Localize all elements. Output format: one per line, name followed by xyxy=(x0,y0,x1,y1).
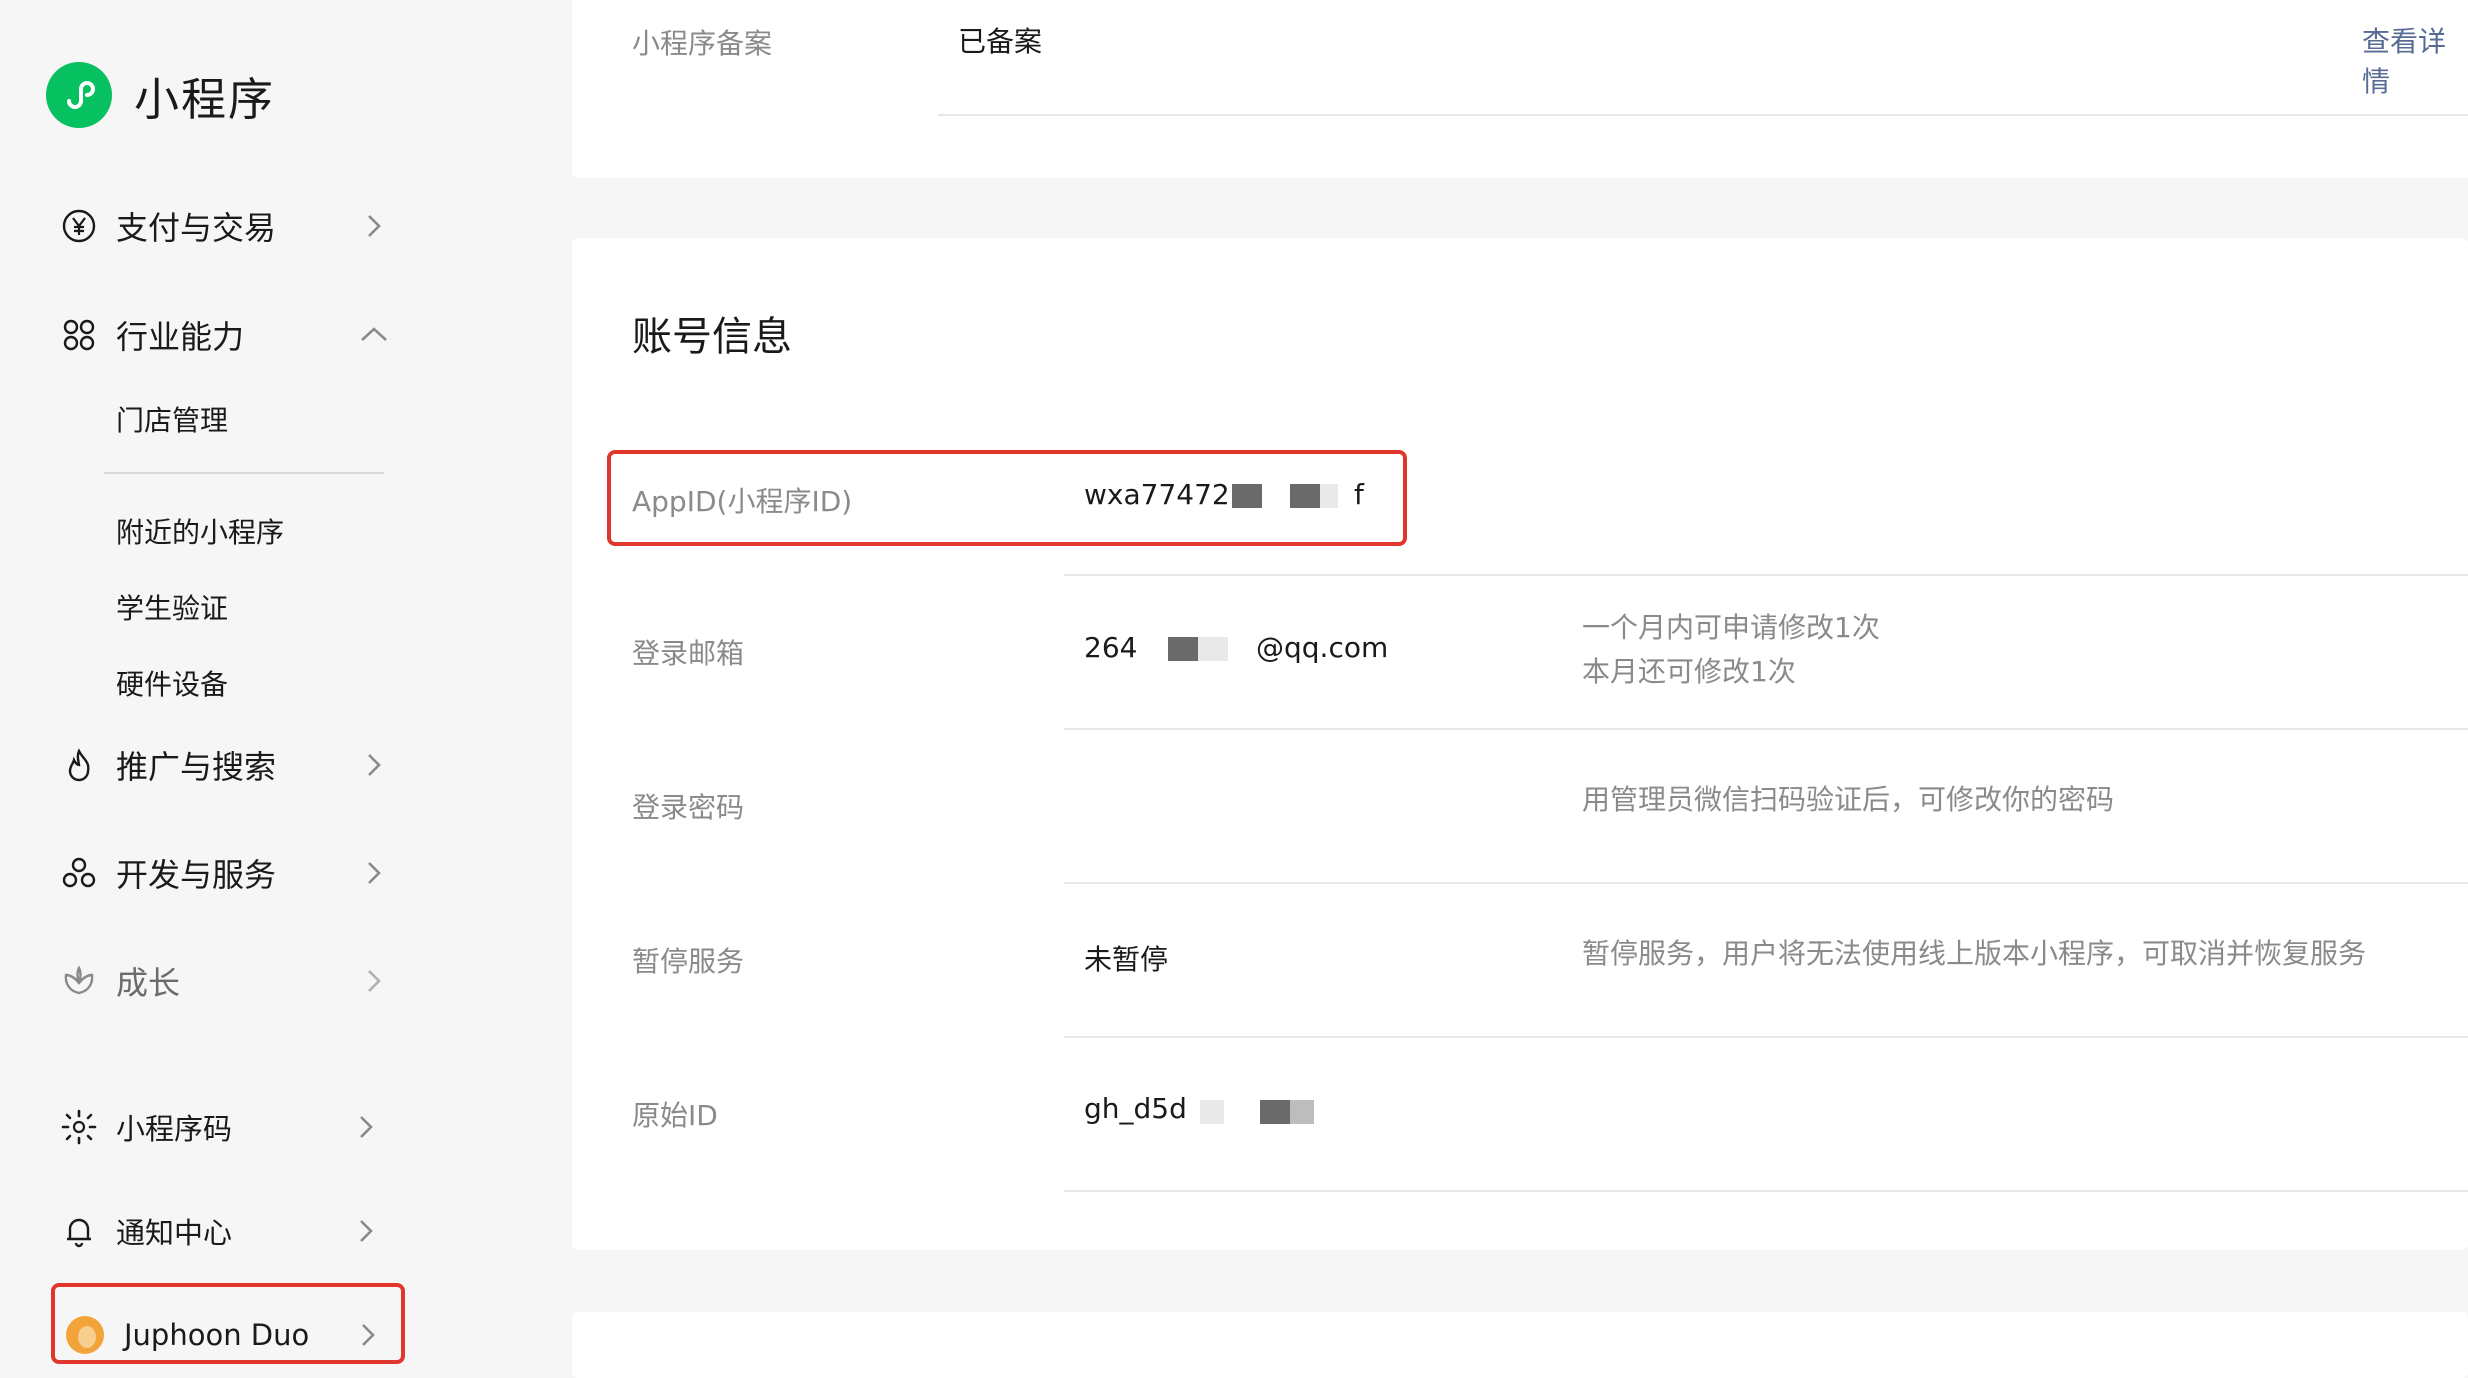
original-id-value: gh_d5d xyxy=(1084,1092,1187,1125)
redaction-mask xyxy=(1168,637,1198,661)
email-value: 264 xyxy=(1084,631,1138,664)
sidebar-item-label: 成长 xyxy=(116,964,181,1002)
sidebar: 小程序 支付与交易 行业能力 门店管理 附近的小程序 学生验证 硬件设备 推广与… xyxy=(0,0,572,1378)
record-label: 小程序备案 xyxy=(632,27,773,60)
sidebar-item-growth[interactable]: 成长 xyxy=(60,953,400,1009)
pause-hint: 暂停服务，用户将无法使用线上版本小程序，可取消并恢复服务 xyxy=(1582,937,2367,970)
redaction-mask xyxy=(1290,1100,1314,1124)
chevron-right-icon xyxy=(368,862,381,884)
cluster-icon xyxy=(60,854,98,892)
email-hint-line2: 本月还可修改1次 xyxy=(1582,655,1796,688)
sun-code-icon xyxy=(60,1108,98,1146)
sidebar-item-industry[interactable]: 行业能力 xyxy=(60,307,400,363)
sidebar-subitem-store[interactable]: 门店管理 xyxy=(116,399,228,439)
sidebar-item-label: 支付与交易 xyxy=(116,209,277,247)
sidebar-item-dev[interactable]: 开发与服务 xyxy=(60,845,400,901)
chevron-right-icon xyxy=(360,1116,373,1138)
appid-label: AppID(小程序ID) xyxy=(632,485,853,518)
flame-icon xyxy=(60,746,98,784)
chevron-right-icon xyxy=(360,1220,373,1242)
redaction-mask xyxy=(1200,1100,1224,1124)
account-name: Juphoon Duo xyxy=(124,1318,310,1352)
password-hint: 用管理员微信扫码验证后，可修改你的密码 xyxy=(1582,783,2115,816)
app-title: 小程序 xyxy=(134,72,276,126)
chevron-up-icon xyxy=(361,327,387,341)
sidebar-item-payment[interactable]: 支付与交易 xyxy=(60,198,400,254)
app-logo[interactable]: 小程序 xyxy=(46,62,275,128)
divider xyxy=(1064,1036,2468,1038)
email-label: 登录邮箱 xyxy=(632,637,745,670)
divider xyxy=(938,114,2468,116)
pause-label: 暂停服务 xyxy=(632,945,745,978)
chevron-right-icon xyxy=(362,1324,375,1346)
account-info-card: 账号信息 AppID(小程序ID) wxa77472 f 登录邮箱 264 @q… xyxy=(572,238,2468,1250)
sidebar-item-label: 通知中心 xyxy=(116,1216,233,1250)
sidebar-item-label: 行业能力 xyxy=(116,318,245,356)
record-value: 已备案 xyxy=(958,25,1043,58)
sidebar-item-label: 开发与服务 xyxy=(116,856,277,894)
appid-value-suffix: f xyxy=(1354,478,1364,511)
chevron-right-icon xyxy=(368,215,381,237)
divider xyxy=(1064,882,2468,884)
email-value-suffix: @qq.com xyxy=(1256,631,1389,664)
sidebar-item-promotion[interactable]: 推广与搜索 xyxy=(60,737,400,793)
sidebar-item-label: 小程序码 xyxy=(116,1112,233,1146)
redaction-mask xyxy=(1320,484,1338,508)
avatar xyxy=(66,1316,104,1354)
redaction-mask xyxy=(1232,484,1262,508)
flower-icon xyxy=(60,962,98,1000)
chevron-right-icon xyxy=(368,970,381,992)
mini-program-logo-icon xyxy=(46,62,112,128)
bell-icon xyxy=(60,1212,98,1250)
sidebar-item-account[interactable]: Juphoon Duo xyxy=(66,1307,388,1363)
redaction-mask xyxy=(1290,484,1320,508)
original-id-label: 原始ID xyxy=(632,1099,718,1132)
sidebar-subitem-hardware[interactable]: 硬件设备 xyxy=(116,663,228,703)
section-title: 账号信息 xyxy=(632,314,792,360)
appid-value: wxa77472 xyxy=(1084,478,1230,511)
sidebar-item-label: 推广与搜索 xyxy=(116,748,277,786)
divider xyxy=(104,472,384,474)
pause-value: 未暂停 xyxy=(1084,943,1169,976)
divider xyxy=(1064,574,2468,576)
email-hint-line1: 一个月内可申请修改1次 xyxy=(1582,611,1880,644)
sidebar-item-notify[interactable]: 通知中心 xyxy=(60,1203,400,1259)
sidebar-subitem-student[interactable]: 学生验证 xyxy=(116,587,228,627)
next-section-card xyxy=(572,1312,2468,1378)
yuan-circle-icon xyxy=(60,207,98,245)
redaction-mask xyxy=(1260,1100,1290,1124)
nodes-icon xyxy=(60,316,98,354)
redaction-mask xyxy=(1198,637,1228,661)
record-details-link[interactable]: 查看详情 xyxy=(2362,20,2468,100)
password-label: 登录密码 xyxy=(632,791,745,824)
sidebar-item-code[interactable]: 小程序码 xyxy=(60,1099,400,1155)
record-card: 小程序备案 已备案 查看详情 xyxy=(572,0,2468,178)
sidebar-subitem-nearby[interactable]: 附近的小程序 xyxy=(116,511,284,551)
divider xyxy=(1064,728,2468,730)
divider xyxy=(1064,1190,2468,1192)
chevron-right-icon xyxy=(368,754,381,776)
